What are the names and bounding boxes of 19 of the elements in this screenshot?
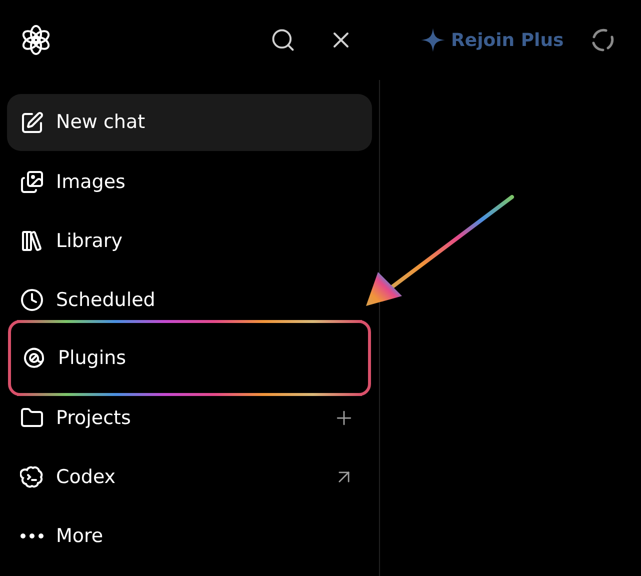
- search-icon[interactable]: [270, 27, 296, 53]
- more-icon: [20, 533, 44, 539]
- library-icon: [20, 229, 44, 253]
- terminal-cloud-icon: [20, 465, 44, 489]
- images-icon: [20, 170, 44, 194]
- plugin-icon: [22, 346, 46, 370]
- sidebar-item[interactable]: Codex: [0, 457, 359, 497]
- folder-icon: [20, 406, 44, 430]
- clock-icon: [20, 288, 44, 312]
- sidebar-item[interactable]: Library: [0, 221, 359, 261]
- sparkle-icon: [420, 27, 446, 53]
- logo-icon[interactable]: [20, 24, 52, 56]
- sidebar-item[interactable]: Projects: [0, 398, 359, 438]
- sidebar-item[interactable]: Images: [0, 162, 359, 202]
- edit-icon: [20, 110, 44, 134]
- sidebar-item[interactable]: More: [0, 516, 359, 556]
- sidebar-item[interactable]: New chat: [7, 94, 372, 151]
- sidebar-item[interactable]: Scheduled: [0, 280, 359, 320]
- sidebar-item[interactable]: Plugins: [11, 338, 368, 378]
